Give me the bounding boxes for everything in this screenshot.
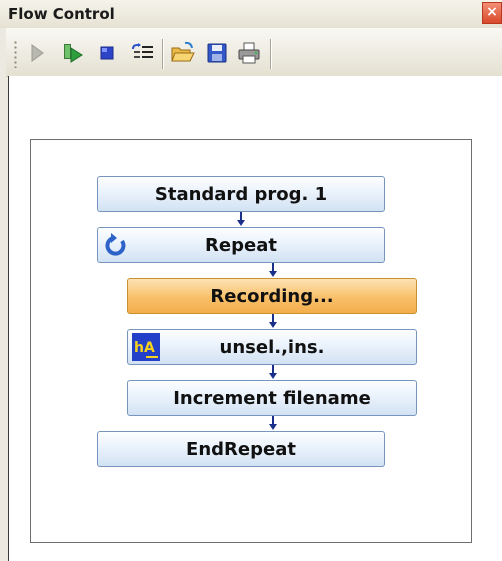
toolbar-separator [162, 39, 164, 69]
save-icon [207, 43, 227, 63]
close-button[interactable]: × [482, 2, 502, 24]
repeat-icon [105, 233, 126, 256]
instrument-icon: hA [132, 333, 160, 361]
print-button[interactable] [236, 40, 262, 66]
flow-block-label: Recording... [210, 285, 334, 307]
flow-canvas: Standard prog. 1 Repeat Recording... hA [30, 139, 472, 543]
window-left-edge [0, 28, 6, 561]
flow-block-label: Standard prog. 1 [154, 183, 328, 205]
flow-arrow [269, 373, 277, 379]
flow-control-window: Flow Control × Standard prog. 1 Repeat R… [0, 0, 502, 561]
toolbar-separator [270, 39, 272, 69]
flow-block-recording[interactable]: Recording... [127, 278, 417, 314]
settings-list-button[interactable] [130, 40, 156, 66]
play-icon [31, 44, 44, 62]
flow-block-endrepeat[interactable]: EndRepeat [97, 431, 385, 467]
flow-block-label: Increment filename [173, 387, 371, 409]
flow-block-label: EndRepeat [186, 438, 296, 460]
flow-arrow [269, 322, 277, 328]
flow-block-repeat[interactable]: Repeat [97, 227, 385, 263]
step-run-icon [64, 44, 83, 63]
toolbar [6, 28, 502, 77]
svg-text:hA: hA [134, 340, 155, 356]
title-bar: Flow Control × [0, 0, 502, 28]
play-button[interactable] [24, 40, 50, 66]
flow-block-standard-prog[interactable]: Standard prog. 1 [97, 176, 385, 212]
print-icon [238, 42, 260, 64]
flow-block-label: Repeat [205, 234, 277, 256]
stop-button[interactable] [94, 40, 120, 66]
flow-arrow [237, 220, 245, 226]
toolbar-grip[interactable] [14, 40, 17, 68]
window-title: Flow Control [8, 5, 115, 23]
flow-block-label: unsel.,ins. [219, 336, 325, 358]
flow-block-unsel-ins[interactable]: hA unsel.,ins. [127, 329, 417, 365]
flow-arrow [269, 271, 277, 277]
stop-icon [100, 46, 114, 60]
save-button[interactable] [204, 40, 230, 66]
flow-arrow [269, 424, 277, 430]
open-button[interactable] [170, 40, 196, 66]
open-folder-icon [171, 41, 195, 62]
flow-block-increment-filename[interactable]: Increment filename [127, 380, 417, 416]
step-run-button[interactable] [60, 40, 86, 66]
settings-list-icon [132, 43, 153, 58]
